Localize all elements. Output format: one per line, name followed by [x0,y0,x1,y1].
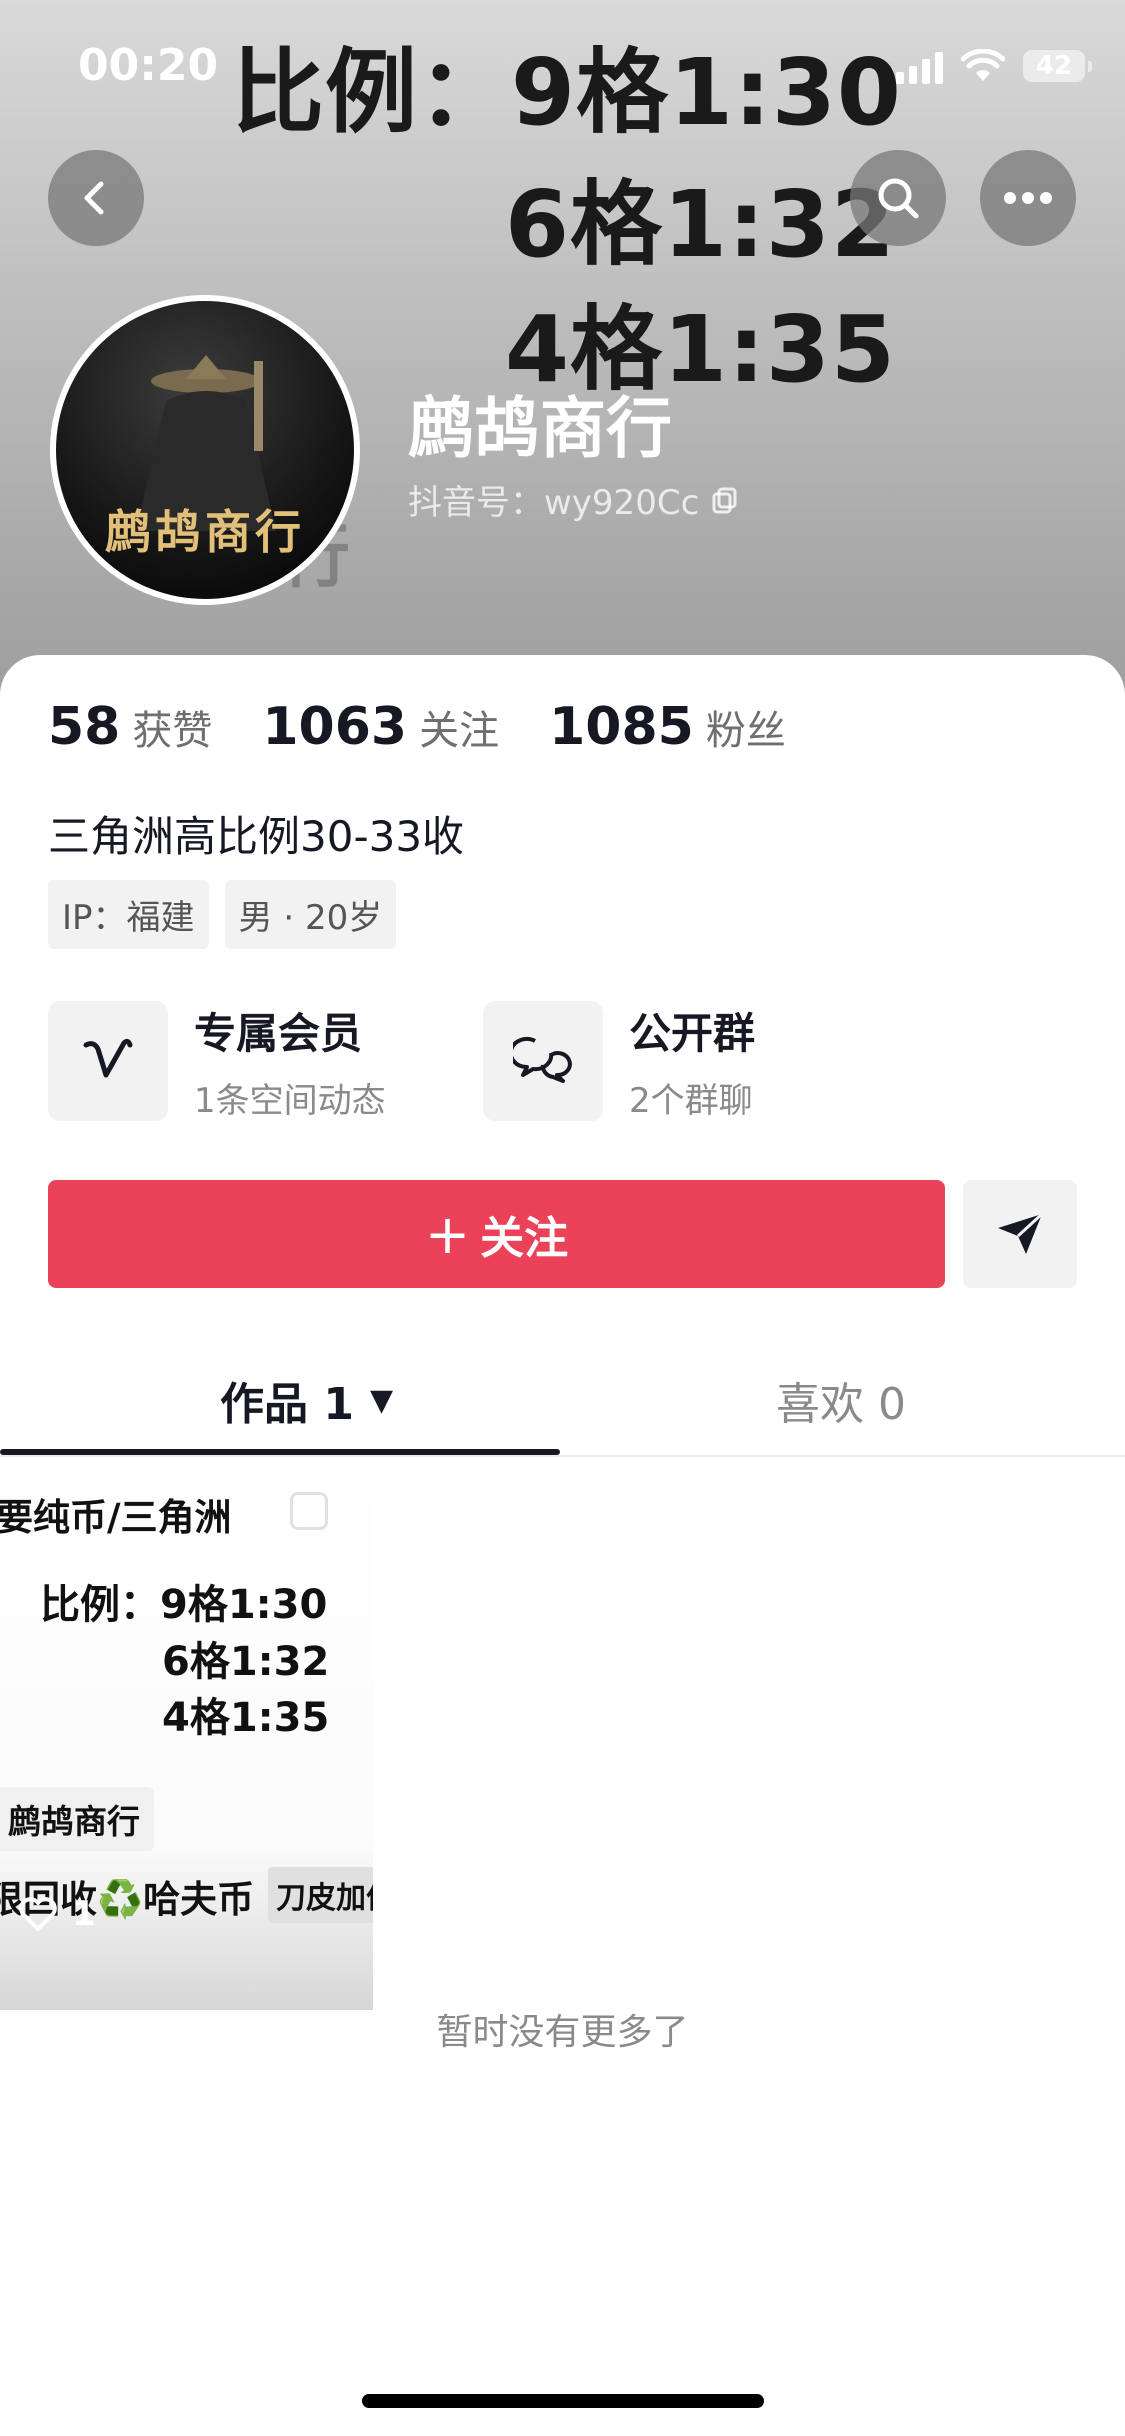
profile-header: 比例：9格1:30 6格1:32 4格1:35 行 00:20 42 [0,0,1125,700]
more-button[interactable] [980,150,1076,246]
copy-icon[interactable] [711,486,739,514]
signal-icon [896,48,943,84]
follow-label: 关注 [480,1213,569,1264]
stat-likes[interactable]: 58 获赞 [48,697,212,757]
thumb-likes: 1 [18,1894,96,1934]
group-entry[interactable]: 公开群 2个群聊 [483,1000,755,1122]
thumb-brand: 鹧鸪商行 [0,1787,154,1851]
group-title: 公开群 [629,1009,756,1058]
tag-ip: IP：福建 [48,880,209,949]
member-subtitle: 1条空间动态 [194,1081,386,1121]
stats-row: 58 获赞 1063 关注 1085 粉丝 [48,697,836,757]
stat-followers[interactable]: 1085 粉丝 [549,697,786,757]
video-thumbnail[interactable]: 要纯币/三角洲 比例：9格1:30 6格1:32 4格1:35 鹧鸪商行 限回收… [0,1457,373,2010]
profile-card: 58 获赞 1063 关注 1085 粉丝 三角洲高比例30-33收 IP：福建… [0,655,1125,2436]
battery-icon: 42 [1023,50,1092,82]
banner-line-1: 比例：9格1:30 [232,39,902,146]
stat-followers-label: 粉丝 [705,708,786,754]
douyin-id[interactable]: 抖音号：wy920Cc [408,475,739,524]
tag-gender-age: 男 · 20岁 [224,880,397,949]
avatar[interactable]: 鹧鸪商行 [50,295,360,605]
member-icon-box [48,1001,168,1121]
thumb-ratio-1: 比例：9格1:30 [40,1582,328,1628]
plus-icon: + [424,1202,471,1266]
more-dots-icon [1004,192,1052,204]
thumb-top-text: 要纯币/三角洲 [0,1496,232,1539]
heart-icon [19,1897,57,1931]
group-icon-box [483,1001,603,1121]
banner-line-2: 6格1:32 [505,171,896,278]
group-subtitle: 2个群聊 [629,1081,753,1121]
stat-likes-value: 58 [48,697,121,757]
vip-v-icon [83,1038,133,1078]
search-button[interactable] [850,150,946,246]
tab-works[interactable]: 作品 1 ▼ [220,1345,393,1455]
status-icons: 42 [896,48,1092,84]
tab-works-label: 作品 1 [220,1379,354,1430]
avatar-text: 鹧鸪商行 [105,505,305,559]
caret-down-icon[interactable]: ▼ [370,1383,393,1418]
thumb-ratio-2: 6格1:32 [162,1639,330,1685]
back-button[interactable] [48,150,144,246]
douyin-id-text: 抖音号：wy920Cc [408,483,700,523]
follow-button[interactable]: + 关注 [48,1180,945,1288]
back-arrow-icon [84,181,104,215]
member-entry[interactable]: 专属会员 1条空间动态 [48,1000,386,1122]
thumb-likes-count: 1 [72,1894,96,1934]
stat-followers-value: 1085 [549,697,694,757]
select-checkbox[interactable] [290,1492,328,1530]
no-more-text: 暂时没有更多了 [436,2012,689,2053]
tags: IP：福建 男 · 20岁 [48,880,397,949]
tab-indicator [0,1449,560,1455]
message-button[interactable] [963,1180,1077,1288]
thumb-bottom-tag: 刀皮加价 [268,1867,373,1923]
thumb-ratio-3: 4格1:35 [162,1695,330,1741]
search-icon [878,178,919,219]
stat-likes-label: 获赞 [132,708,213,754]
home-indicator[interactable] [362,2394,764,2408]
content-tabs: 作品 1 ▼ 喜欢 0 [0,1345,1125,1457]
tab-likes-label: 喜欢 0 [776,1379,906,1430]
stat-following[interactable]: 1063 关注 [262,697,499,757]
status-time: 00:20 [78,40,219,91]
profile-name: 鹧鸪商行 [408,390,672,467]
stat-following-value: 1063 [262,697,408,757]
tab-likes[interactable]: 喜欢 0 [776,1345,906,1455]
member-title: 专属会员 [194,1009,363,1058]
chat-bubbles-icon [513,1037,572,1083]
paper-plane-icon [998,1212,1044,1254]
stat-following-label: 关注 [419,708,500,754]
bio: 三角洲高比例30-33收 [48,812,465,861]
wifi-icon [961,49,1005,83]
